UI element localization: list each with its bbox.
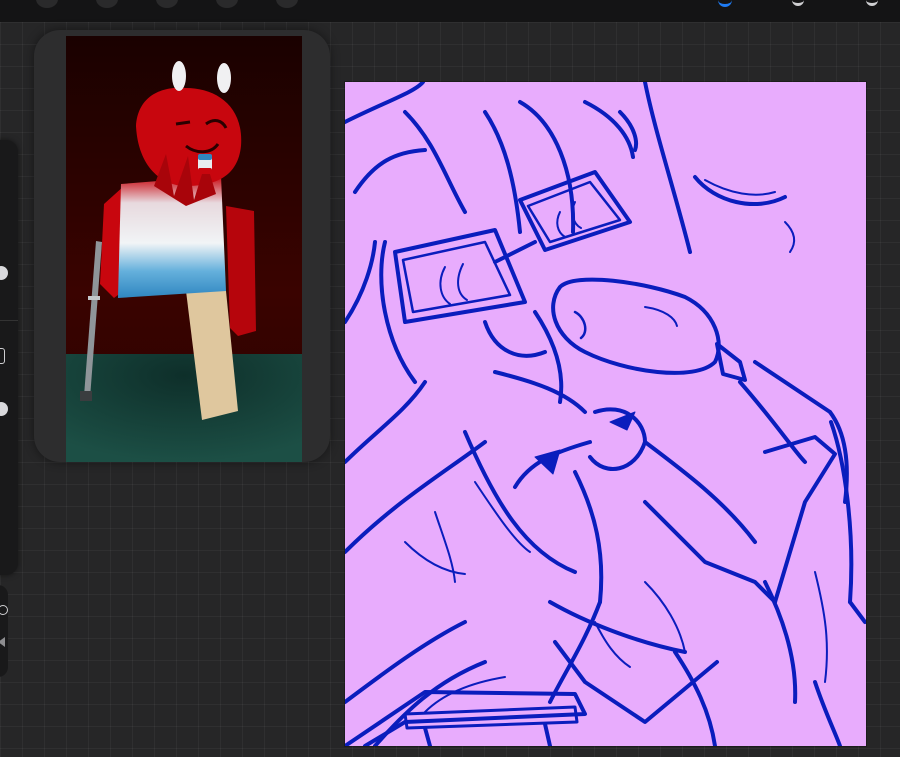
gallery-icon[interactable] (276, 0, 298, 8)
reference-image-icon (66, 36, 302, 462)
sidebar-divider (0, 320, 18, 321)
adjustments-icon[interactable] (96, 0, 118, 8)
smudge-icon[interactable] (792, 0, 804, 6)
left-sidebar (0, 140, 18, 575)
procreate-workspace (0, 0, 900, 757)
redo-icon[interactable] (0, 637, 5, 647)
sidebar-undo-redo (0, 585, 8, 677)
actions-icon[interactable] (36, 0, 58, 8)
brush-size-slider-handle[interactable] (0, 266, 8, 280)
canvas-line-art (345, 82, 866, 746)
transform-icon[interactable] (216, 0, 238, 8)
brush-icon[interactable] (718, 0, 732, 7)
eraser-icon[interactable] (866, 0, 878, 6)
selection-icon[interactable] (156, 0, 178, 8)
undo-icon[interactable] (0, 605, 8, 615)
drawing-canvas[interactable] (345, 82, 866, 746)
opacity-slider-handle[interactable] (0, 402, 8, 416)
modify-button-icon[interactable] (0, 348, 5, 364)
reference-window[interactable] (34, 30, 330, 462)
top-toolbar (0, 0, 900, 22)
